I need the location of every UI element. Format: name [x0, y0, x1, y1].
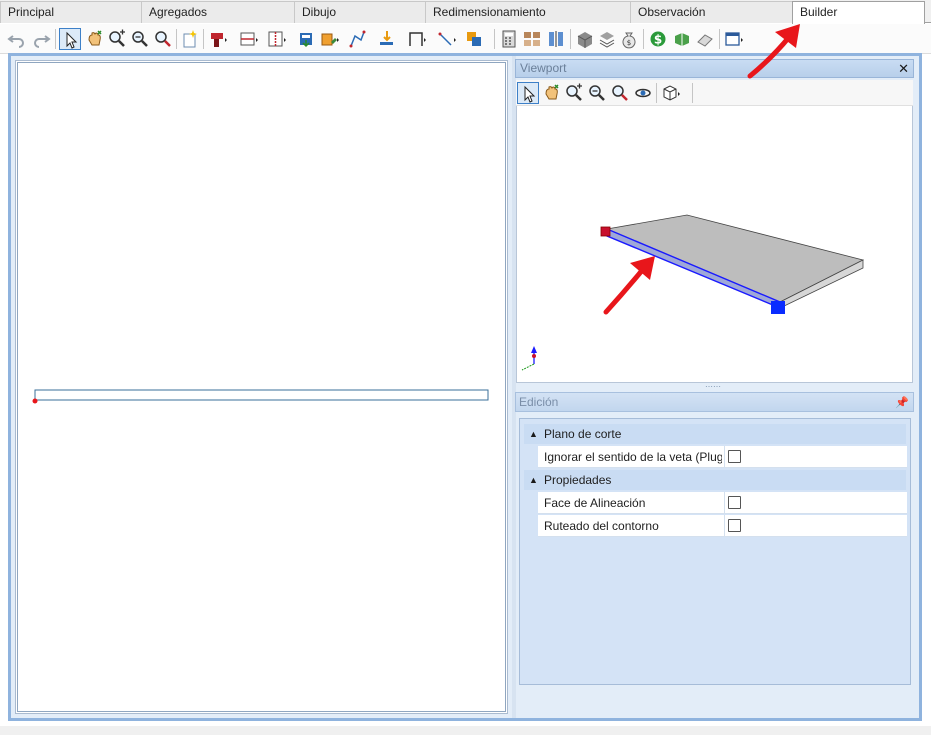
end-corner-marker[interactable] [771, 301, 785, 314]
z-axis-arrow [531, 346, 537, 353]
tab-builder[interactable]: Builder [792, 1, 925, 24]
pan-icon[interactable] [540, 82, 562, 104]
viewport-3d-canvas[interactable] [516, 106, 913, 383]
eraser-icon[interactable] [694, 28, 716, 50]
vertical-division-icon[interactable] [266, 28, 288, 50]
window-icon[interactable] [723, 28, 745, 50]
category-label: Plano de corte [544, 427, 622, 441]
collapse-chevron-icon[interactable]: ▲ [529, 470, 538, 490]
layers-icon[interactable] [596, 28, 618, 50]
column-divider [724, 446, 725, 468]
toolbar-separator [692, 83, 693, 103]
toolbar-separator [176, 29, 177, 49]
viewport-title: Viewport [520, 61, 567, 75]
category-plano-de-corte[interactable]: ▲ Plano de corte [524, 424, 906, 444]
calculator-icon[interactable] [498, 28, 520, 50]
category-label: Propiedades [544, 473, 612, 487]
toolbar-separator [656, 83, 657, 103]
zoom-in-icon[interactable] [106, 28, 128, 50]
panel-outline[interactable] [34, 389, 489, 401]
panels-icon[interactable] [521, 28, 543, 50]
tab-label: Dibujo [302, 5, 337, 19]
tab-label: Redimensionamiento [433, 5, 546, 19]
price-icon[interactable]: $ [647, 28, 669, 50]
tab-label: Principal [8, 5, 55, 19]
drawing-svg [32, 389, 489, 404]
material-icon[interactable] [671, 28, 693, 50]
redo-icon[interactable] [30, 28, 52, 50]
column-divider [724, 492, 725, 514]
close-icon[interactable]: ✕ [898, 60, 909, 77]
viewport-svg [521, 214, 865, 371]
edicion-title: Edición [519, 395, 559, 409]
toolbar-separator [643, 29, 644, 49]
svg-text:$: $ [654, 33, 662, 47]
svg-text:$: $ [627, 39, 631, 47]
insert-down-icon[interactable] [377, 28, 399, 50]
select-icon[interactable] [517, 82, 539, 104]
line-icon[interactable] [436, 28, 458, 50]
ignorar-veta-checkbox[interactable] [728, 450, 741, 463]
tab-redimensionamiento[interactable]: Redimensionamiento [425, 1, 631, 23]
undo-icon[interactable] [6, 28, 28, 50]
path-icon[interactable] [347, 28, 369, 50]
window-bottom-border [0, 726, 931, 735]
tab-dibujo[interactable]: Dibujo [294, 1, 426, 23]
tab-observacion[interactable]: Observación [630, 1, 793, 23]
x-axis-icon [532, 354, 536, 358]
drawing-canvas[interactable] [17, 62, 506, 712]
toolbar-separator [203, 29, 204, 49]
edge-icon[interactable] [319, 28, 341, 50]
y-axis-icon [521, 363, 535, 371]
new-part-icon[interactable] [179, 28, 201, 50]
toolbar-separator [55, 29, 56, 49]
category-propiedades[interactable]: ▲ Propiedades [524, 470, 906, 490]
property-label: Ruteado del contorno [544, 519, 659, 533]
zoom-in-icon[interactable] [563, 82, 585, 104]
zoom-extents-icon[interactable] [152, 28, 174, 50]
drill-icon[interactable] [207, 28, 229, 50]
toolbar-separator [719, 29, 720, 49]
property-row-ruteado-contorno[interactable]: Ruteado del contorno [538, 515, 907, 537]
property-label: Ignorar el sentido de la veta (Plug... [544, 450, 722, 464]
insert-hardware-icon[interactable] [296, 28, 318, 50]
property-row-face-alineacion[interactable]: Face de Alineación [538, 492, 907, 514]
select-icon[interactable] [59, 28, 81, 50]
money-bag-icon[interactable]: $ [618, 28, 640, 50]
orbit-icon[interactable] [632, 82, 654, 104]
ruteado-contorno-checkbox[interactable] [728, 519, 741, 532]
tab-agregados[interactable]: Agregados [141, 1, 295, 23]
start-corner-marker[interactable] [600, 226, 611, 237]
tab-label: Agregados [149, 5, 208, 19]
viewport-toolbar [516, 80, 913, 106]
tab-principal[interactable]: Principal [0, 1, 142, 23]
viewport-titlebar: Viewport ✕ [515, 59, 914, 78]
horizontal-division-icon[interactable] [238, 28, 260, 50]
zoom-out-icon[interactable] [129, 28, 151, 50]
tab-label: Observación [638, 5, 706, 19]
copy-icon[interactable] [464, 28, 486, 50]
frame-icon[interactable] [406, 28, 428, 50]
pin-icon[interactable]: 📌 [895, 394, 909, 412]
zoom-extents-icon[interactable] [609, 82, 631, 104]
zoom-out-icon[interactable] [586, 82, 608, 104]
column-divider [724, 515, 725, 537]
toolbar-separator [494, 29, 495, 49]
tab-label: Builder [800, 5, 838, 19]
toolbar-separator [570, 29, 571, 49]
property-label: Face de Alineación [544, 496, 646, 510]
box-icon[interactable] [574, 28, 596, 50]
edicion-titlebar: Edición 📌 [515, 392, 914, 412]
pan-icon[interactable] [83, 28, 105, 50]
ribbon-tabbar: Principal Agregados Dibujo Redimensionam… [0, 0, 931, 24]
face-alineacion-checkbox[interactable] [728, 496, 741, 509]
origin-point[interactable] [32, 398, 38, 404]
main-toolbar: $ $ [0, 24, 931, 54]
horizontal-splitter-grip[interactable]: ⋯⋯ [705, 383, 725, 391]
columns-icon[interactable] [545, 28, 567, 50]
collapse-chevron-icon[interactable]: ▲ [529, 424, 538, 444]
view-cube-icon[interactable] [660, 82, 682, 104]
property-row-ignorar-veta[interactable]: Ignorar el sentido de la veta (Plug... [538, 446, 907, 468]
